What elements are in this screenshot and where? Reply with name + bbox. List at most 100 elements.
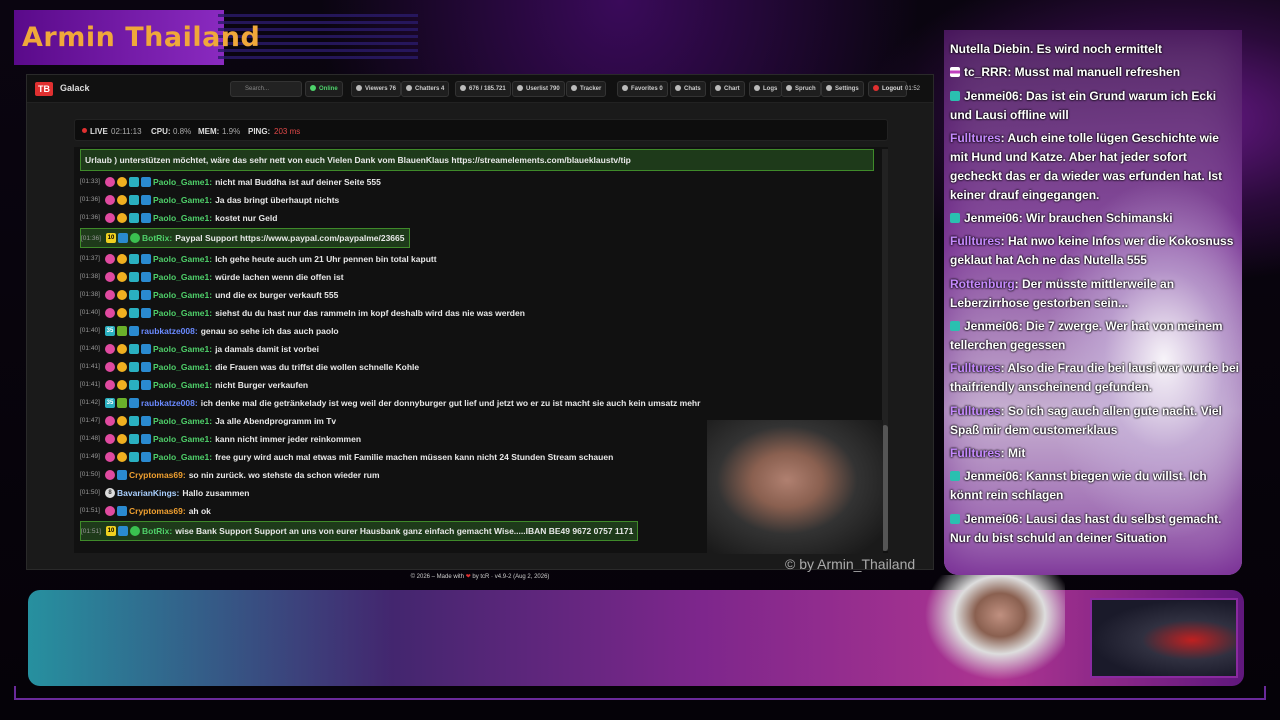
username[interactable]: Paolo_Game1: [153, 416, 212, 426]
overlay-text: Nutella Diebin. Es wird noch ermittelt [950, 42, 1163, 56]
username[interactable]: Paolo_Game1: [153, 195, 212, 205]
timestamp: [01:40] [80, 309, 100, 316]
message-text: Paypal Support https://www.paypal.com/pa… [175, 233, 405, 243]
star-icon [622, 85, 628, 92]
badge-icon [129, 307, 139, 318]
clock-icon [675, 85, 681, 92]
timestamp: [01:47] [80, 417, 100, 424]
badge-icon: 10 [106, 526, 116, 536]
timestamp: [01:48] [80, 435, 100, 442]
message-text: ich denke mal die getränkelady ist weg w… [200, 397, 701, 408]
logout-icon [873, 85, 879, 92]
overlay-username: Jenmei06 [964, 319, 1019, 333]
message-text: nicht Burger verkaufen [215, 379, 309, 390]
spruch-button[interactable]: Spruch [781, 81, 821, 97]
status-bar: LIVE 02:11:13 CPU: 0.8% MEM: 1.9% PING: … [74, 119, 888, 141]
username[interactable]: BavarianKings: [117, 488, 179, 498]
badge-icon [129, 212, 139, 223]
timestamp: [01:36] [81, 234, 101, 242]
overlay-username: Jenmei06 [964, 89, 1019, 103]
chat-row: [01:40] Paolo_Game1: siehst du du hast nur… [80, 305, 525, 320]
clock: 01:52 [905, 86, 921, 92]
tracker-button[interactable]: Tracker [566, 81, 607, 97]
username[interactable]: BotRix: [142, 526, 172, 536]
username[interactable]: Paolo_Game1: [153, 254, 212, 264]
online-button[interactable]: Online [305, 81, 343, 97]
badge-icon [129, 415, 139, 426]
logout-button[interactable]: Logout [868, 81, 908, 97]
badge-icon [105, 271, 115, 282]
sub-badge-icon [950, 213, 960, 223]
logs-button[interactable]: Logs [749, 81, 783, 97]
favorites-label: Favorites 0 [631, 86, 663, 92]
username[interactable]: Paolo_Game1: [153, 308, 212, 318]
overlay-message: Nutella Diebin. Es wird noch ermittelt [950, 40, 1240, 59]
badge-icon [117, 343, 127, 354]
badge-icon [117, 505, 127, 516]
badge-icon [129, 343, 139, 354]
badge-icon [117, 253, 127, 264]
viewers-button[interactable]: Viewers 76 [351, 81, 401, 97]
overlay-message: Fulltures: Mit [950, 444, 1240, 463]
badge-icon [117, 289, 127, 300]
chats-label: Chats [684, 86, 701, 92]
username[interactable]: raubkatze008: [141, 398, 198, 408]
badge-icon [141, 343, 151, 354]
username[interactable]: BotRix: [142, 233, 172, 243]
flag-badge-icon [950, 67, 960, 77]
chat-row: [01:33] Paolo_Game1: nicht mal Buddha ist … [80, 174, 381, 189]
badge-icon [141, 176, 151, 187]
chart-button[interactable]: Chart [710, 81, 745, 97]
timestamp: [01:49] [80, 453, 100, 460]
timestamp: [01:51] [80, 507, 100, 514]
chat-row: [01:37] Paolo_Game1: Ich gehe heute auch u… [80, 251, 437, 266]
username[interactable]: Cryptomas69: [129, 506, 186, 516]
search-input[interactable]: Search... [230, 81, 302, 97]
userlist-button[interactable]: Userlist 790 [512, 81, 565, 97]
badge-icon [141, 271, 151, 282]
overlay-username: tc_RRR [964, 65, 1008, 79]
username[interactable]: Paolo_Game1: [153, 272, 212, 282]
webcam-overlay [707, 420, 883, 554]
message-text: würde lachen wenn die offen ist [215, 271, 344, 282]
stream-chat-overlay: Nutella Diebin. Es wird noch ermittelt t… [944, 30, 1242, 575]
cpu-value: 0.8% [173, 127, 192, 136]
message-text: genau so sehe ich das auch paolo [200, 325, 339, 336]
username[interactable]: Paolo_Game1: [153, 177, 212, 187]
username[interactable]: raubkatze008: [141, 326, 198, 336]
app-logo: TB [35, 82, 53, 96]
badge-icon [141, 361, 151, 372]
timestamp: [01:41] [80, 381, 100, 388]
chat-row: [01:40] 35 raubkatze008: genau so sehe ich … [80, 323, 339, 338]
username[interactable]: Cryptomas69: [129, 470, 186, 480]
bot-message-row: [01:36] 10 BotRix: Paypal Support https://w… [80, 228, 410, 248]
chart-label: Chart [724, 86, 740, 92]
settings-button[interactable]: Settings [821, 81, 864, 97]
timestamp: [01:36] [80, 214, 100, 221]
badge-icon [117, 451, 127, 462]
badge-icon [105, 194, 115, 205]
room-camera [1090, 598, 1238, 678]
chat-row: [01:50] Cryptomas69: so nin zurück. wo ste… [80, 467, 380, 482]
badge-icon [129, 379, 139, 390]
favorites-button[interactable]: Favorites 0 [617, 81, 668, 97]
badge-icon [118, 233, 128, 243]
badge-icon [105, 253, 115, 264]
overlay-username: Fulltures [950, 404, 1001, 418]
username[interactable]: Paolo_Game1: [153, 290, 212, 300]
username[interactable]: Paolo_Game1: [153, 344, 212, 354]
badge-icon: 8 [105, 487, 115, 498]
overlay-message: Fulltures: Hat nwo keine Infos wer die K… [950, 232, 1240, 270]
username[interactable]: Paolo_Game1: [153, 452, 212, 462]
username[interactable]: Paolo_Game1: [153, 213, 212, 223]
message-text: nicht mal Buddha ist auf deiner Seite 55… [215, 176, 381, 187]
chats-button[interactable]: Chats [670, 81, 706, 97]
messages-button[interactable]: 676 / 185.721 [455, 81, 511, 97]
chatters-button[interactable]: Chatters 4 [401, 81, 450, 97]
username[interactable]: Paolo_Game1: [153, 434, 212, 444]
username[interactable]: Paolo_Game1: [153, 362, 212, 372]
badge-icon [141, 289, 151, 300]
chat-bubble-icon [460, 85, 466, 92]
badge-icon [141, 253, 151, 264]
username[interactable]: Paolo_Game1: [153, 380, 212, 390]
